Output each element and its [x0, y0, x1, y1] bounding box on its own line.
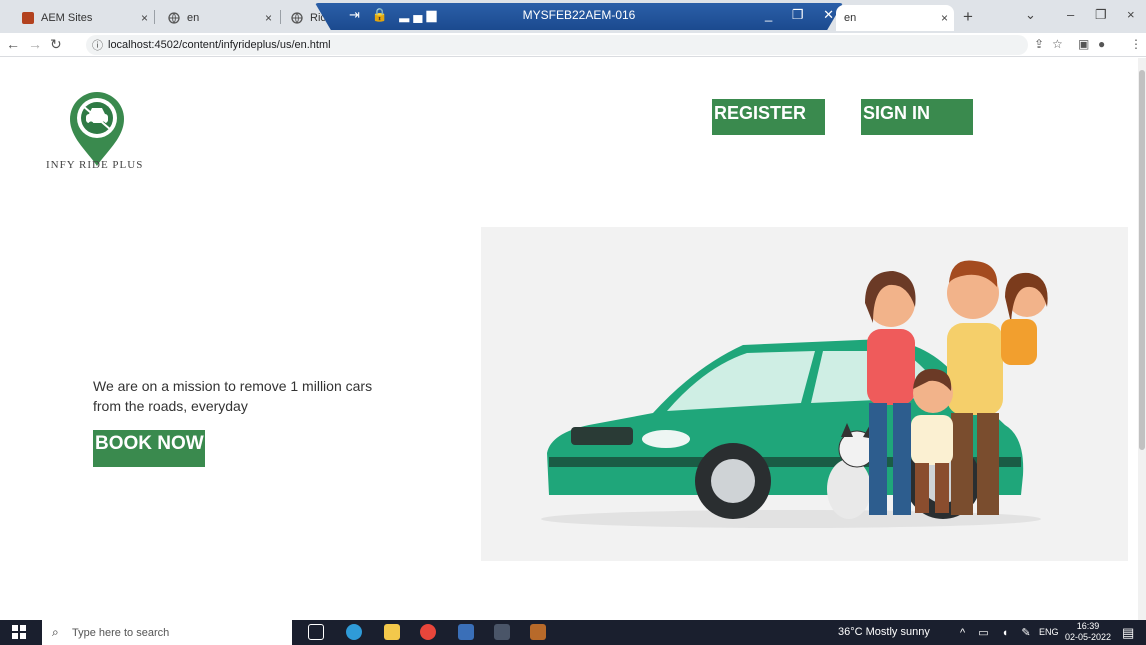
side-panel-icon[interactable]: ▣ [1078, 37, 1089, 51]
close-tab-icon[interactable]: × [141, 11, 148, 25]
file-explorer-icon[interactable] [384, 624, 400, 640]
search-icon: ⌕ [52, 625, 59, 639]
sign-in-button[interactable]: SIGN IN [861, 99, 973, 135]
brand-name: INFY RIDE PLUS [46, 159, 144, 171]
task-view-icon[interactable] [308, 624, 324, 640]
screen: AEM Sites × en × Ric ⇥ 🔒 ▂▄▆ MYSFEB22AEM… [0, 0, 1146, 645]
book-now-button[interactable]: BOOK NOW [93, 430, 205, 467]
windows-taskbar: ⌕ Type here to search 36°C Mostly sunny … [0, 620, 1146, 645]
chrome-browser-icon[interactable] [420, 624, 436, 640]
back-arrow-icon[interactable]: ← [6, 36, 20, 52]
forward-arrow-icon[interactable]: → [28, 36, 42, 52]
tab-label: en [844, 12, 857, 24]
page-scrollbar[interactable] [1138, 58, 1146, 620]
globe-icon [291, 12, 303, 24]
tab-divider [154, 10, 155, 24]
search-placeholder[interactable]: Type here to search [72, 627, 169, 639]
globe-icon [168, 12, 180, 24]
edge-browser-icon[interactable] [346, 624, 362, 640]
tab-en[interactable]: en × [160, 5, 278, 31]
tab-divider [280, 10, 281, 24]
close-tab-icon[interactable]: × [941, 11, 948, 25]
new-tab-button[interactable]: + [963, 7, 973, 27]
tab-label: AEM Sites [41, 12, 93, 24]
remote-session-bar: ⇥ 🔒 ▂▄▆ MYSFEB22AEM-016 _ ❐ ✕ [315, 3, 843, 30]
tab-strip: AEM Sites × en × Ric ⇥ 🔒 ▂▄▆ MYSFEB22AEM… [0, 0, 1146, 33]
system-tray-icons[interactable]: ^ ▭ ◖ ✎ [960, 626, 1036, 639]
scrollbar-thumb[interactable] [1139, 70, 1145, 450]
minimize-button[interactable]: – [1067, 7, 1074, 22]
family-car-illustration [541, 260, 1048, 528]
weather-widget[interactable]: 36°C Mostly sunny [838, 626, 930, 638]
browser-toolbar: ← → ↻ ⓘ localhost:4502/content/infyridep… [0, 33, 1146, 57]
close-tab-icon[interactable]: × [265, 11, 272, 25]
remote-session-title: MYSFEB22AEM-016 [522, 8, 636, 22]
mission-line-2: from the roads, everyday [93, 398, 248, 414]
app-icon[interactable] [530, 624, 546, 640]
aem-favicon-icon [22, 12, 34, 24]
infy-ride-plus-logo-icon [70, 92, 124, 166]
mission-text: We are on a mission to remove 1 million … [93, 376, 372, 416]
remote-desktop-icon[interactable] [458, 624, 474, 640]
clock-time: 16:39 [1076, 621, 1100, 631]
hero-illustration [481, 227, 1128, 561]
clock-date: 02-05-2022 [1065, 632, 1112, 642]
address-bar[interactable]: ⓘ localhost:4502/content/infyrideplus/us… [86, 35, 1028, 55]
restore-button[interactable]: ❐ [1095, 7, 1107, 23]
bookmark-star-icon[interactable]: ☆ [1052, 37, 1063, 51]
taskbar-search-box[interactable]: ⌕ Type here to search [42, 620, 292, 645]
tab-label: en [187, 12, 200, 24]
mission-line-1: We are on a mission to remove 1 million … [93, 378, 373, 394]
menu-kebab-icon[interactable]: ⋮ [1130, 37, 1142, 51]
notification-icon[interactable]: ▤ [1122, 625, 1134, 641]
tab-ride[interactable]: Ric [283, 5, 326, 31]
tab-aem-sites[interactable]: AEM Sites × [14, 5, 154, 31]
terminal-icon[interactable] [494, 624, 510, 640]
tab-en-active[interactable]: en × [836, 5, 954, 31]
profile-avatar-icon[interactable]: ● [1098, 37, 1105, 51]
taskbar-clock[interactable]: 16:39 02-05-2022 [1065, 621, 1111, 643]
url-text[interactable]: localhost:4502/content/infyrideplus/us/e… [108, 39, 331, 51]
web-page: INFY RIDE PLUS REGISTER SIGN IN We are o… [0, 58, 1146, 620]
windows-start-icon[interactable] [12, 625, 26, 639]
info-icon[interactable]: ⓘ [92, 37, 103, 53]
reload-icon[interactable]: ↻ [50, 36, 62, 53]
share-icon[interactable]: ⇪ [1034, 37, 1044, 51]
remote-window-controls[interactable]: _ ❐ ✕ [765, 7, 842, 23]
language-indicator[interactable]: ENG [1039, 627, 1059, 637]
close-window-button[interactable]: × [1127, 7, 1135, 22]
register-button[interactable]: REGISTER [712, 99, 825, 135]
tab-search-icon[interactable]: ⌄ [1025, 7, 1036, 23]
